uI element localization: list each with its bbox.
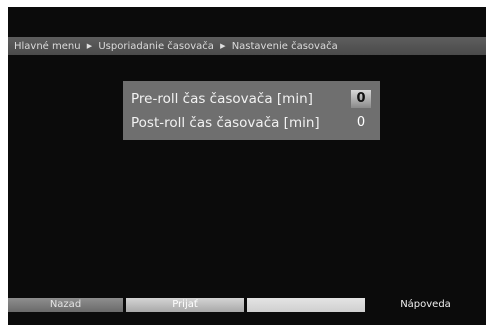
blank-function-button[interactable]	[247, 298, 365, 312]
pre-roll-label: Pre-roll čas časovača [min]	[131, 91, 313, 107]
tv-display: Hlavné menu ▶ Usporiadanie časovača ▶ Na…	[8, 7, 486, 325]
timer-settings-panel: Pre-roll čas časovača [min] 0 Post-roll …	[123, 81, 380, 140]
breadcrumb-item-timer-setup: Nastavenie časovača	[231, 41, 338, 52]
back-button[interactable]: Nazad	[8, 298, 123, 312]
help-button[interactable]: Nápoveda	[365, 298, 486, 312]
post-roll-row[interactable]: Post-roll čas časovača [min] 0	[131, 112, 371, 134]
pre-roll-value-field[interactable]: 0	[351, 90, 371, 108]
triangle-right-icon: ▶	[220, 42, 226, 50]
triangle-right-icon: ▶	[86, 42, 93, 50]
post-roll-label: Post-roll čas časovača [min]	[131, 115, 320, 131]
breadcrumb-item-timer-settings[interactable]: Usporiadanie časovača	[98, 41, 214, 52]
pre-roll-row[interactable]: Pre-roll čas časovača [min] 0	[131, 88, 371, 110]
function-key-bar: Nazad Prijať Nápoveda	[8, 298, 486, 312]
breadcrumb: Hlavné menu ▶ Usporiadanie časovača ▶ Na…	[8, 37, 486, 55]
accept-button[interactable]: Prijať	[126, 298, 244, 312]
breadcrumb-item-main-menu[interactable]: Hlavné menu	[14, 41, 81, 52]
post-roll-value-field[interactable]: 0	[351, 114, 371, 132]
screen-frame: Hlavné menu ▶ Usporiadanie časovača ▶ Na…	[0, 0, 491, 334]
